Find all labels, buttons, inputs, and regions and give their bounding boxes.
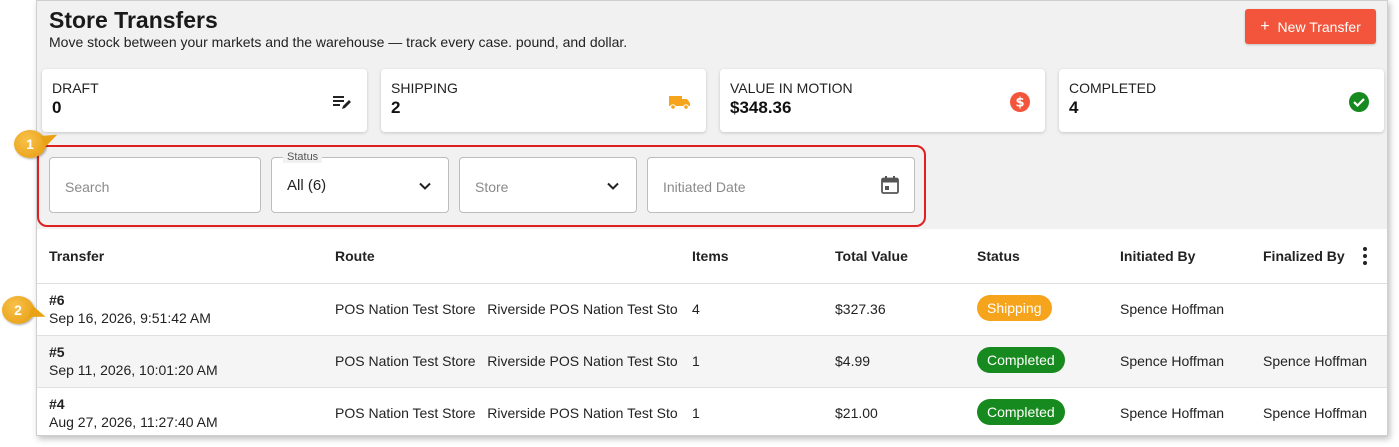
route-from: POS Nation Test Store bbox=[335, 353, 476, 369]
column-header-initiated-by[interactable]: Initiated By bbox=[1120, 248, 1195, 264]
search-placeholder: Search bbox=[65, 179, 110, 195]
route-to: Riverside POS Nation Test Store bbox=[487, 353, 677, 369]
transfer-date: Aug 27, 2026, 11:27:40 AM bbox=[49, 414, 218, 430]
items-count: 1 bbox=[692, 405, 700, 421]
more-vert-icon[interactable] bbox=[1362, 246, 1368, 266]
total-value: $327.36 bbox=[835, 301, 886, 317]
new-transfer-button[interactable]: + New Transfer bbox=[1245, 9, 1376, 44]
new-transfer-label: New Transfer bbox=[1277, 18, 1361, 35]
chevron-down-icon bbox=[607, 182, 619, 190]
status-value: All (6) bbox=[287, 177, 327, 194]
status-badge: Shipping bbox=[977, 295, 1052, 321]
status-select[interactable]: Status All (6) bbox=[271, 151, 449, 213]
calendar-icon[interactable] bbox=[880, 175, 900, 195]
table-header: Transfer Route Items Total Value Status … bbox=[37, 229, 1387, 284]
stat-value: 4 bbox=[1069, 98, 1079, 117]
route-to: Riverside POS Nation Test Store bbox=[487, 405, 677, 421]
stat-card-completed: COMPLETED 4 bbox=[1059, 69, 1384, 132]
store-select[interactable]: Store bbox=[459, 157, 637, 213]
transfers-table: Transfer Route Items Total Value Status … bbox=[37, 229, 1387, 435]
transfer-number[interactable]: #5 bbox=[49, 344, 65, 360]
date-placeholder: Initiated Date bbox=[663, 179, 746, 195]
callout-marker-2: 2 bbox=[2, 296, 34, 324]
transfer-number[interactable]: #6 bbox=[49, 292, 65, 308]
column-header-total-value[interactable]: Total Value bbox=[835, 248, 908, 264]
total-value: $4.99 bbox=[835, 353, 871, 369]
column-header-route[interactable]: Route bbox=[335, 248, 375, 264]
stat-label: DRAFT bbox=[52, 80, 99, 96]
initiated-by: Spence Hoffman bbox=[1120, 301, 1225, 317]
search-input[interactable]: Search bbox=[49, 157, 261, 213]
transfer-date: Sep 16, 2026, 9:51:42 AM bbox=[49, 310, 211, 326]
column-header-status[interactable]: Status bbox=[977, 248, 1020, 264]
chevron-down-icon bbox=[419, 182, 431, 190]
edit-list-icon bbox=[331, 91, 353, 113]
stat-label: SHIPPING bbox=[391, 80, 458, 96]
route-from: POS Nation Test Store bbox=[335, 301, 476, 317]
status-badge: Completed bbox=[977, 399, 1065, 425]
transfer-date: Sep 11, 2026, 10:01:20 AM bbox=[49, 362, 218, 378]
initiated-by: Spence Hoffman bbox=[1120, 353, 1225, 369]
stat-card-draft: DRAFT 0 bbox=[42, 69, 367, 132]
table-row[interactable]: #6 Sep 16, 2026, 9:51:42 AM POS Nation T… bbox=[37, 284, 1387, 336]
stat-card-shipping: SHIPPING 2 bbox=[381, 69, 706, 132]
total-value: $21.00 bbox=[835, 405, 878, 421]
column-header-items[interactable]: Items bbox=[692, 248, 729, 264]
svg-text:$: $ bbox=[1015, 96, 1024, 111]
route-to: Riverside POS Nation Test Store bbox=[487, 301, 677, 317]
stat-value: $348.36 bbox=[730, 98, 792, 117]
callout-marker-1: 1 bbox=[14, 130, 46, 158]
stat-card-value-in-motion: VALUE IN MOTION $348.36 $ bbox=[720, 69, 1045, 132]
transfer-number[interactable]: #4 bbox=[49, 396, 65, 412]
items-count: 4 bbox=[692, 301, 700, 317]
initiated-date-picker[interactable]: Initiated Date bbox=[647, 157, 915, 213]
stat-value: 0 bbox=[52, 98, 62, 117]
finalized-by: Spence Hoffman bbox=[1263, 405, 1368, 421]
page-title: Store Transfers bbox=[49, 7, 218, 33]
table-row[interactable]: #5 Sep 11, 2026, 10:01:20 AM POS Nation … bbox=[37, 336, 1387, 388]
plus-icon: + bbox=[1260, 17, 1270, 35]
stat-value: 2 bbox=[391, 98, 401, 117]
table-row[interactable]: #4 Aug 27, 2026, 11:27:40 AM POS Nation … bbox=[37, 388, 1387, 435]
status-badge: Completed bbox=[977, 347, 1065, 373]
route: POS Nation Test Store Riverside POS Nati… bbox=[335, 353, 677, 369]
route: POS Nation Test Store Riverside POS Nati… bbox=[335, 405, 677, 421]
stat-label: COMPLETED bbox=[1069, 80, 1157, 96]
finalized-by: Spence Hoffman bbox=[1263, 353, 1368, 369]
dollar-circle-icon: $ bbox=[1009, 91, 1031, 113]
status-label: Status bbox=[283, 151, 323, 163]
store-transfers-page: Store Transfers Move stock between your … bbox=[36, 0, 1388, 436]
initiated-by: Spence Hoffman bbox=[1120, 405, 1225, 421]
page-subtitle: Move stock between your markets and the … bbox=[49, 34, 628, 50]
items-count: 1 bbox=[692, 353, 700, 369]
stat-label: VALUE IN MOTION bbox=[730, 80, 853, 96]
route: POS Nation Test Store Riverside POS Nati… bbox=[335, 301, 677, 317]
column-header-finalized-by[interactable]: Finalized By bbox=[1263, 248, 1345, 264]
store-placeholder: Store bbox=[475, 179, 509, 195]
route-from: POS Nation Test Store bbox=[335, 405, 476, 421]
truck-icon bbox=[668, 91, 692, 113]
column-header-transfer[interactable]: Transfer bbox=[49, 248, 104, 264]
check-circle-icon bbox=[1348, 91, 1370, 113]
